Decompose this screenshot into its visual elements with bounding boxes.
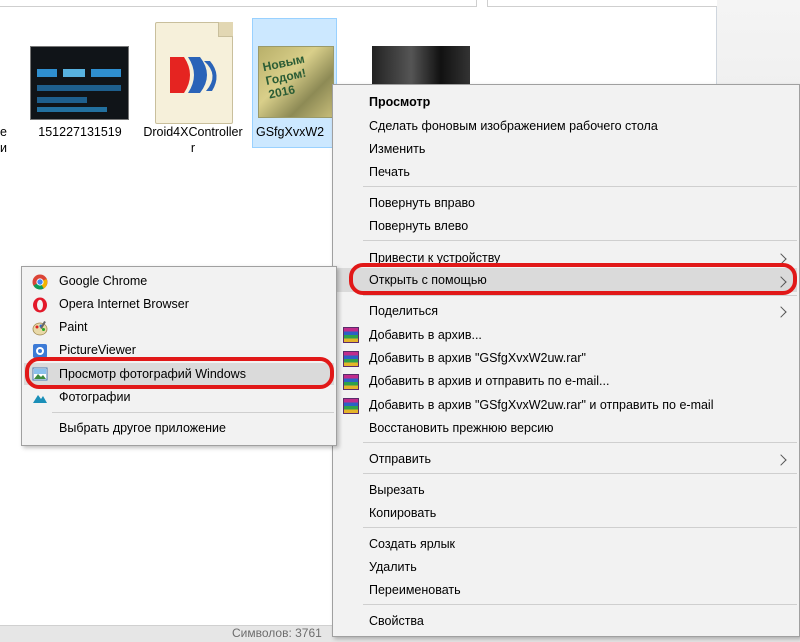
menu-item-print[interactable]: Печать: [369, 161, 410, 183]
menu-item-add-to-archive[interactable]: Добавить в архив...: [369, 324, 482, 346]
menu-separator: [363, 604, 797, 605]
partial-file-label: e и: [0, 125, 7, 155]
file-name: GSfgXvxW2: [256, 125, 325, 139]
menu-item-add-rar-and-email[interactable]: Добавить в архив "GSfgXvxW2uw.rar" и отп…: [369, 394, 714, 416]
menu-separator: [363, 295, 797, 296]
winrar-icon: [343, 398, 359, 414]
paint-icon: [32, 321, 48, 336]
menu-item-rotate-right[interactable]: Повернуть вправо: [369, 192, 475, 214]
photo-overlay-text: Новым Годом! 2016: [261, 51, 308, 102]
submenu-item-photos[interactable]: Фотографии: [59, 386, 130, 408]
chevron-right-icon: [775, 306, 787, 318]
menu-item-view[interactable]: Просмотр: [369, 91, 430, 113]
menu-separator: [363, 186, 797, 187]
file-name: 151227131519: [38, 125, 122, 139]
opera-icon: [33, 297, 47, 313]
photos-icon: [33, 395, 47, 403]
file-item[interactable]: 151227131519: [33, 124, 127, 140]
menu-item-edit[interactable]: Изменить: [369, 138, 425, 160]
chevron-right-icon: [775, 454, 787, 466]
menu-item-set-wallpaper[interactable]: Сделать фоновым изображением рабочего ст…: [369, 115, 658, 137]
menu-item-delete[interactable]: Удалить: [369, 556, 417, 578]
search-box[interactable]: [487, 0, 717, 7]
annotation-red-outline: [25, 357, 334, 389]
menu-item-properties[interactable]: Свойства: [369, 610, 424, 632]
menu-separator: [363, 442, 797, 443]
context-menu: Просмотр Сделать фоновым изображением ра…: [332, 84, 800, 637]
annotation-red-outline: [349, 263, 797, 295]
menu-item-add-and-email[interactable]: Добавить в архив и отправить по e-mail..…: [369, 370, 609, 392]
status-char-count: Символов: 3761: [232, 626, 322, 640]
menu-item-share[interactable]: Поделиться: [369, 300, 438, 322]
file-thumbnail-photo[interactable]: Новым Годом! 2016: [258, 46, 334, 118]
menu-separator: [363, 473, 797, 474]
menu-item-copy[interactable]: Копировать: [369, 502, 436, 524]
chrome-icon: [32, 274, 48, 290]
menu-item-send-to[interactable]: Отправить: [369, 448, 431, 470]
menu-separator: [363, 240, 797, 241]
menu-item-rotate-left[interactable]: Повернуть влево: [369, 215, 468, 237]
winrar-icon: [343, 351, 359, 367]
file-item[interactable]: Droid4XController r: [140, 124, 246, 156]
menu-item-create-shortcut[interactable]: Создать ярлык: [369, 533, 455, 555]
submenu-item-opera[interactable]: Opera Internet Browser: [59, 293, 189, 315]
submenu-item-paint[interactable]: Paint: [59, 316, 88, 338]
menu-item-rename[interactable]: Переименовать: [369, 579, 461, 601]
address-bar[interactable]: [0, 0, 477, 7]
winrar-icon: [343, 327, 359, 343]
file-item-selected[interactable]: GSfgXvxW2: [256, 124, 336, 140]
droid4x-logo-icon: [170, 57, 217, 93]
file-thumbnail-document[interactable]: [155, 22, 233, 124]
submenu-separator: [52, 412, 334, 413]
winrar-icon: [343, 374, 359, 390]
submenu-item-chrome[interactable]: Google Chrome: [59, 270, 147, 292]
file-name: Droid4XController: [143, 125, 243, 139]
file-thumbnail-screenshot[interactable]: [30, 46, 129, 120]
submenu-item-choose-other-app[interactable]: Выбрать другое приложение: [59, 417, 226, 439]
menu-item-add-to-rar[interactable]: Добавить в архив "GSfgXvxW2uw.rar": [369, 347, 586, 369]
menu-item-restore-version[interactable]: Восстановить прежнюю версию: [369, 417, 554, 439]
file-name-wrap: r: [190, 141, 196, 155]
menu-item-cut[interactable]: Вырезать: [369, 479, 425, 501]
open-with-submenu: Google Chrome Opera Internet Browser Pai…: [21, 266, 337, 446]
menu-separator: [363, 527, 797, 528]
